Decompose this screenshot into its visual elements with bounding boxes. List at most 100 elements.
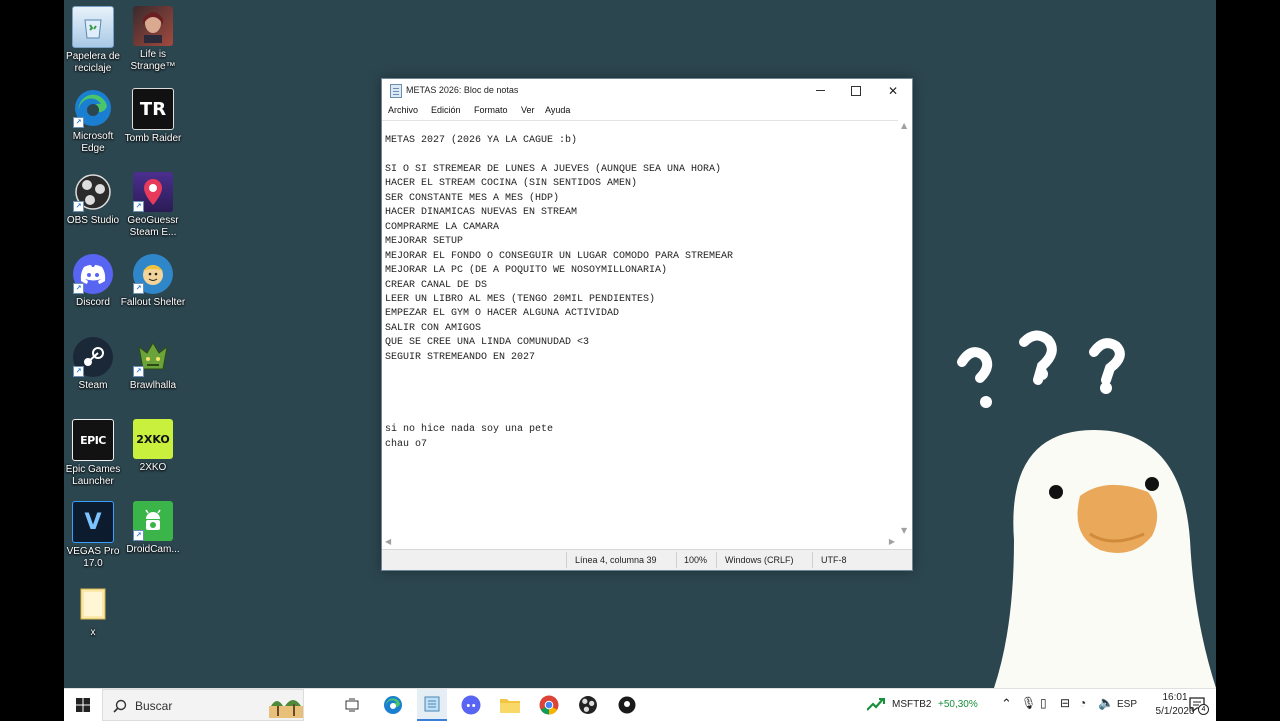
desktop-icon-label: OBS Studio [66, 215, 120, 226]
tomb-raider-icon: TR [132, 88, 174, 130]
microphone-icon[interactable]: 🎙 [1021, 696, 1036, 710]
folder-icon [500, 699, 520, 713]
device-icon[interactable]: ⊟ [1060, 696, 1070, 710]
windows-logo-icon [76, 698, 90, 712]
status-divider [566, 552, 567, 568]
menu-edicion[interactable]: Edición [431, 105, 461, 115]
maximize-icon [851, 85, 861, 96]
vertical-scrollbar[interactable]: ▲ ▼ [898, 120, 910, 536]
shortcut-arrow-icon: ↗ [73, 366, 84, 377]
menu-ayuda[interactable]: Ayuda [545, 105, 570, 115]
task-view-button[interactable] [338, 689, 366, 721]
maximize-button[interactable] [838, 79, 874, 102]
desktop-icon-label: Life is Strange™ [130, 49, 176, 72]
desktop-icon-label: Microsoft Edge [72, 131, 114, 154]
goose-wallpaper-illustration [957, 330, 1216, 688]
search-placeholder: Buscar [135, 699, 173, 713]
discord-icon: ↗ [73, 254, 113, 294]
desktop-icon-life-is-strange[interactable]: Life is Strange™ [120, 2, 186, 73]
desktop-icon-label: Epic Games Launcher [65, 464, 121, 487]
desktop-icon-label: Fallout Shelter [120, 297, 186, 308]
taskbar-obs[interactable] [573, 689, 603, 721]
menu-ver[interactable]: Ver [521, 105, 535, 115]
obs-icon [579, 696, 597, 714]
desktop-icon-tomb-raider[interactable]: TR Tomb Raider [120, 84, 186, 145]
document-text[interactable]: METAS 2027 (2026 YA LA CAGUE :b) SI O SI… [385, 134, 733, 452]
show-hidden-icons-chevron-icon[interactable]: ⌃ [1001, 696, 1012, 712]
status-divider [716, 552, 717, 568]
brawlhalla-icon: ↗ [133, 337, 173, 377]
desktop-icon-recycle-bin[interactable]: Papelera de reciclaje [64, 2, 126, 75]
cursor-position: Línea 4, columna 39 [575, 555, 657, 565]
menu-archivo[interactable]: Archivo [388, 105, 418, 115]
start-button[interactable] [64, 689, 102, 721]
discord-icon [461, 695, 481, 715]
app-icon [618, 696, 636, 714]
shortcut-arrow-icon: ↗ [133, 201, 144, 212]
desktop-icon-droidcam[interactable]: ↗ DroidCam... [120, 497, 186, 556]
status-divider [676, 552, 677, 568]
volume-icon[interactable]: 🔈 [1098, 695, 1114, 711]
notification-center-button[interactable]: 4 [1188, 695, 1209, 715]
taskbar-discord[interactable] [456, 689, 486, 721]
edge-icon: ↗ [73, 88, 113, 128]
minimize-button[interactable] [802, 79, 838, 102]
shortcut-arrow-icon: ↗ [73, 117, 84, 128]
desktop-icon-vegas-pro[interactable]: V VEGAS Pro 17.0 [64, 497, 126, 570]
desktop-icon-label: Brawlhalla [129, 380, 177, 391]
search-icon [113, 699, 127, 713]
line-ending: Windows (CRLF) [725, 555, 794, 565]
title-bar[interactable]: METAS 2026: Bloc de notas ✕ [382, 79, 912, 102]
desktop-icon-discord[interactable]: ↗ Discord [64, 250, 126, 309]
stock-change[interactable]: +50,30% [938, 699, 978, 710]
desktop-icon-epic-games[interactable]: EPIC Epic Games Launcher [64, 415, 126, 488]
scroll-up-icon[interactable]: ▲ [901, 121, 907, 130]
folder-icon [73, 584, 113, 624]
chrome-icon [539, 695, 559, 715]
notification-count-badge: 4 [1198, 704, 1209, 715]
taskbar-file-explorer[interactable] [495, 689, 525, 721]
task-view-icon [345, 698, 359, 712]
taskbar-edge[interactable] [378, 689, 408, 721]
desktop-icon-folder-x[interactable]: x [64, 580, 126, 639]
menu-bar: Archivo Edición Formato Ver Ayuda [382, 102, 912, 120]
horizontal-scrollbar[interactable]: ◀ ▶ [382, 536, 898, 548]
desktop-icon-label: DroidCam... [126, 544, 180, 555]
desktop-icon-obs-studio[interactable]: ↗ OBS Studio [64, 168, 126, 227]
search-box[interactable]: Buscar [102, 689, 304, 721]
window-title: METAS 2026: Bloc de notas [406, 85, 519, 95]
desktop-icon-2xko[interactable]: 2XKO 2XKO [120, 415, 186, 474]
status-bar: Línea 4, columna 39 100% Windows (CRLF) … [382, 549, 912, 570]
scroll-down-icon[interactable]: ▼ [901, 526, 907, 535]
desktop-icon-brawlhalla[interactable]: ↗ Brawlhalla [120, 333, 186, 392]
epic-games-icon: EPIC [72, 419, 114, 461]
text-editor[interactable]: METAS 2027 (2026 YA LA CAGUE :b) SI O SI… [382, 120, 898, 537]
desktop-icon-label: Papelera de reciclaje [66, 51, 120, 74]
vault-boy-icon: ↗ [133, 254, 173, 294]
recycle-bin-icon [72, 6, 114, 48]
desktop-icon-label: 2XKO [139, 462, 167, 473]
desktop-icon-microsoft-edge[interactable]: ↗ Microsoft Edge [64, 84, 126, 155]
2xko-icon: 2XKO [133, 419, 173, 459]
desktop-icon-label: Discord [76, 297, 110, 308]
desktop-icon-steam[interactable]: ↗ Steam [64, 333, 126, 392]
taskbar-app-misc[interactable] [612, 689, 642, 721]
shortcut-arrow-icon: ↗ [133, 366, 144, 377]
stock-chart-icon [867, 698, 885, 711]
desktop-icon-label: Tomb Raider [124, 133, 182, 144]
desktop-icon-fallout-shelter[interactable]: ↗ Fallout Shelter [120, 250, 186, 309]
menu-formato[interactable]: Formato [474, 105, 508, 115]
desktop-icon-label: VEGAS Pro 17.0 [66, 546, 120, 569]
network-icon[interactable]: ◔ [1079, 696, 1086, 710]
scroll-right-icon[interactable]: ▶ [889, 537, 895, 546]
scroll-left-icon[interactable]: ◀ [385, 537, 391, 546]
taskbar-notepad[interactable] [417, 689, 447, 721]
stock-ticker[interactable]: MSFTB2 [892, 699, 931, 710]
taskbar-chrome[interactable] [534, 689, 564, 721]
desktop: Papelera de reciclaje Life is Strange™ ↗… [64, 0, 1216, 688]
language-indicator[interactable]: ESP [1117, 699, 1137, 710]
desktop-icon-geoguessr[interactable]: ↗ GeoGuessr Steam E... [120, 168, 186, 239]
notepad-window[interactable]: METAS 2026: Bloc de notas ✕ Archivo Edic… [381, 78, 913, 571]
close-button[interactable]: ✕ [875, 79, 911, 102]
speaker-app-icon[interactable]: ▯ [1040, 696, 1047, 710]
